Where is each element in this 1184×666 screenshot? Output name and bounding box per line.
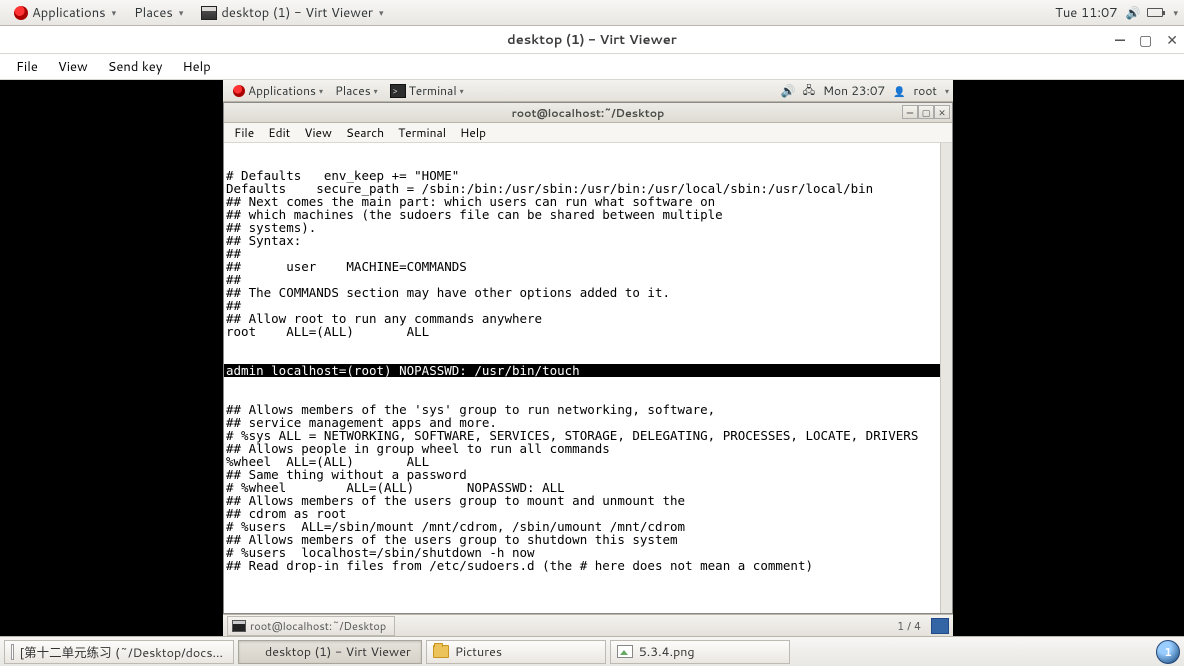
guest-applications-label: Applications [248,82,316,99]
network-icon[interactable] [803,81,815,101]
chevron-down-icon: ▾ [374,85,378,97]
image-icon [617,645,633,658]
applications-label: Applications [32,4,106,22]
term-minimize-button[interactable]: — [902,105,918,119]
term-close-button[interactable]: ✕ [934,105,950,119]
close-button[interactable]: ✕ [1166,30,1178,50]
task-label: desktop (1) - Virt Viewer [265,643,411,661]
window-icon [245,646,259,658]
term-maximize-button[interactable]: ▢ [918,105,934,119]
term-menu-search[interactable]: Search [340,123,390,142]
guest-taskbar-item[interactable]: root@localhost:~/Desktop [227,616,395,636]
term-menu-view[interactable]: View [298,123,338,142]
highlighted-line: admin localhost=(root) NOPASSWD: /usr/bi… [224,364,950,377]
active-window-menu[interactable]: desktop (1) - Virt Viewer ▾ [193,1,391,25]
terminal-titlebar[interactable]: root@localhost:~/Desktop — ▢ ✕ [224,103,952,123]
guest-places-label: Places [335,82,371,99]
task-label: Pictures [455,643,502,661]
places-label: Places [134,4,173,22]
guest-user-label[interactable]: root [914,82,937,99]
terminal-menubar: File Edit View Search Terminal Help [224,123,952,143]
volume-icon[interactable] [781,82,795,99]
guest-display-area[interactable]: Applications ▾ Places ▾ Terminal ▾ Mon 2… [0,80,1184,636]
terminal-scrollbar[interactable] [940,143,952,613]
guest-active-label: Terminal [409,82,457,99]
menu-file[interactable]: File [8,55,46,79]
menu-sendkey[interactable]: Send key [100,55,171,79]
term-menu-file[interactable]: File [228,123,260,142]
task-label: 5.3.4.png [639,643,695,661]
guest-applications-menu[interactable]: Applications ▾ [227,80,329,101]
guest-places-menu[interactable]: Places ▾ [329,80,384,101]
taskbar-item-virt-viewer[interactable]: desktop (1) - Virt Viewer [238,640,422,664]
minimize-button[interactable]: — [1115,30,1125,50]
task-label: [第十二单元练习 (~/Desktop/docs... [20,642,223,662]
volume-icon[interactable] [1125,4,1139,22]
terminal-icon [232,620,246,632]
window-title: desktop (1) - Virt Viewer [507,31,677,49]
battery-icon[interactable] [1147,8,1163,17]
terminal-line: root ALL=(ALL) ALL [224,325,952,338]
terminal-line: ## Read drop-in files from /etc/sudoers.… [224,559,952,572]
guest-task-label: root@localhost:~/Desktop [250,618,386,634]
clock[interactable]: Tue 11:07 [1055,4,1117,22]
window-titlebar[interactable]: desktop (1) - Virt Viewer — ▢ ✕ [0,26,1184,54]
guest-desktop: Applications ▾ Places ▾ Terminal ▾ Mon 2… [223,80,953,636]
terminal-line: ## systems). [224,221,952,234]
terminal-icon [390,84,406,98]
virt-viewer-window: desktop (1) - Virt Viewer — ▢ ✕ File Vie… [0,26,1184,636]
taskbar-item-pictures[interactable]: Pictures [426,640,606,664]
terminal-body[interactable]: # Defaults env_keep += "HOME"Defaults se… [224,143,952,613]
chevron-down-icon: ▾ [179,6,184,19]
workspace-switcher[interactable] [931,618,949,634]
applications-menu[interactable]: Applications ▾ [6,1,124,25]
workspace-indicator[interactable]: 1 [1156,640,1180,664]
folder-icon [433,645,449,658]
terminal-line: ## which machines (the sudoers file can … [224,208,952,221]
term-menu-help[interactable]: Help [454,123,492,142]
taskbar-item-image[interactable]: 5.3.4.png [610,640,790,664]
terminal-line: ## Syntax: [224,234,952,247]
active-window-label: desktop (1) - Virt Viewer [221,4,373,22]
chevron-down-icon: ▾ [945,85,949,97]
chevron-down-icon: ▾ [379,6,384,19]
menu-view[interactable]: View [50,55,96,79]
guest-bottom-panel: root@localhost:~/Desktop 1 / 4 [223,614,953,636]
places-menu[interactable]: Places ▾ [126,1,191,25]
menu-help[interactable]: Help [174,55,218,79]
chevron-down-icon[interactable]: ▾ [1173,6,1178,19]
workspace-indicator[interactable]: 1 / 4 [891,618,927,634]
chevron-down-icon: ▾ [460,85,464,97]
term-menu-edit[interactable]: Edit [262,123,296,142]
guest-clock[interactable]: Mon 23:07 [823,82,885,99]
term-menu-terminal[interactable]: Terminal [392,123,452,142]
terminal-line: ## The COMMANDS section may have other o… [224,286,952,299]
terminal-line: ## user MACHINE=COMMANDS [224,260,952,273]
chevron-down-icon: ▾ [319,85,323,97]
redhat-icon [233,85,245,97]
document-icon [11,644,14,660]
maximize-button[interactable]: ▢ [1139,30,1152,50]
redhat-icon [14,6,28,20]
viewer-menubar: File View Send key Help [0,54,1184,80]
chevron-down-icon: ▾ [112,6,117,19]
taskbar-item-editor[interactable]: [第十二单元练习 (~/Desktop/docs... [4,640,234,664]
terminal-window: root@localhost:~/Desktop — ▢ ✕ File Edit… [223,102,953,614]
guest-active-window-menu[interactable]: Terminal ▾ [384,80,470,101]
guest-top-panel: Applications ▾ Places ▾ Terminal ▾ Mon 2… [223,80,953,102]
host-bottom-taskbar: [第十二单元练习 (~/Desktop/docs... desktop (1) … [0,636,1184,666]
window-icon [201,6,217,20]
host-top-panel: Applications ▾ Places ▾ desktop (1) - Vi… [0,0,1184,26]
user-icon [893,82,905,99]
terminal-title: root@localhost:~/Desktop [512,105,665,121]
